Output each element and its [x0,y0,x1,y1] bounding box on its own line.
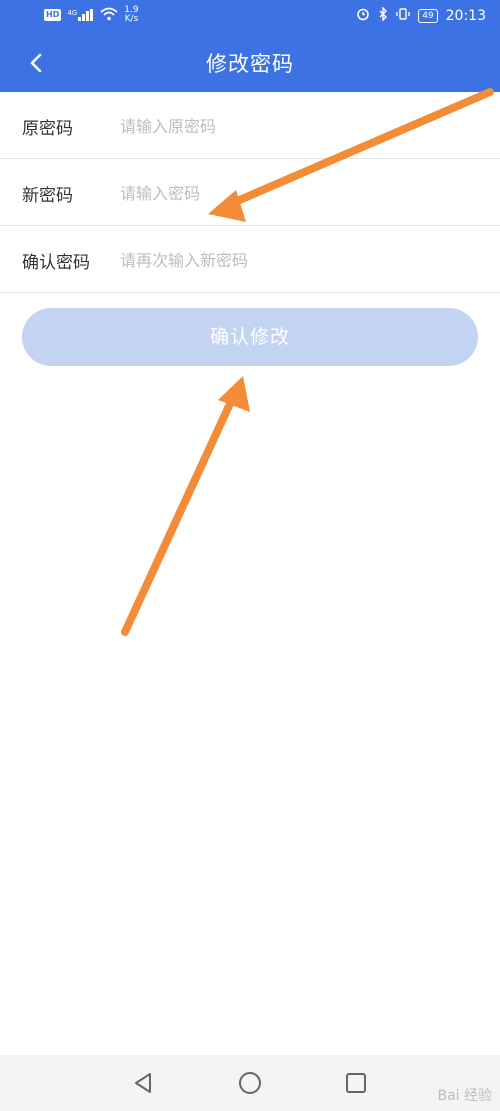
wifi-icon [100,7,118,24]
old-password-label: 原密码 [22,119,73,139]
system-nav-bar: Bai 经验 [0,1055,500,1111]
bluetooth-icon [378,6,388,25]
signal-icon: 4G [67,9,94,21]
confirm-password-label: 确认密码 [22,253,90,273]
old-password-input[interactable] [118,108,482,144]
new-password-label: 新密码 [22,186,73,206]
status-right: 49 20:13 [356,6,486,25]
status-left: HD 4G 1.9 K/s [44,6,139,24]
app-bar: 修改密码 [0,34,500,92]
nav-back-button[interactable] [130,1069,158,1097]
square-recents-icon [346,1073,366,1093]
nav-home-button[interactable] [236,1069,264,1097]
new-password-input[interactable] [118,175,482,211]
network-type: 4G [67,9,78,17]
circle-home-icon [239,1072,261,1094]
triangle-back-icon [135,1073,151,1093]
status-bar: HD 4G 1.9 K/s 49 20:13 [0,0,500,34]
speed-unit: K/s [124,14,139,24]
old-password-row: 原密码 [0,92,500,159]
hd-badge: HD [44,9,62,21]
annotation-arrow-confirm-button [121,376,250,636]
battery-indicator: 49 [418,9,438,23]
watermark: Bai 经验 [437,1088,492,1104]
clock: 20:13 [445,8,486,24]
page-title: 修改密码 [206,52,294,76]
alarm-icon [356,7,370,25]
nav-recents-button[interactable] [342,1069,370,1097]
vibrate-icon [396,7,410,25]
confirm-password-input[interactable] [118,242,482,278]
confirm-change-button[interactable]: 确认修改 [22,308,478,366]
confirm-password-row: 确认密码 [0,226,500,293]
new-password-row: 新密码 [0,159,500,226]
network-speed: 1.9 K/s [124,6,138,24]
